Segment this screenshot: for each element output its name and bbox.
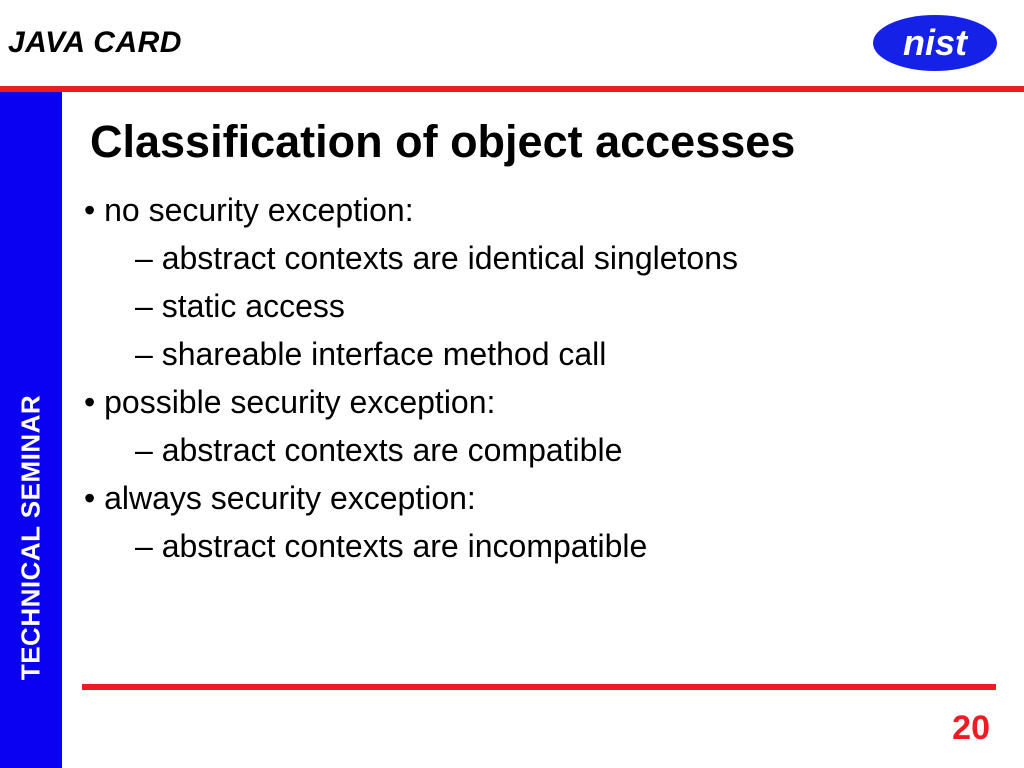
bullet-level2: abstract contexts are identical singleto… (82, 234, 996, 282)
header-topic: JAVA CARD (8, 26, 182, 60)
bullet-level1: possible security exception: (82, 378, 996, 426)
page-number: 20 (952, 709, 990, 748)
sidebar: TECHNICAL SEMINAR (0, 92, 62, 768)
bullet-level2: shareable interface method call (82, 330, 996, 378)
nist-logo-text: nist (903, 22, 969, 63)
bullet-list: no security exception:abstract contexts … (82, 186, 996, 570)
bullet-level2: abstract contexts are compatible (82, 426, 996, 474)
bullet-level2: abstract contexts are incompatible (82, 522, 996, 570)
slide-title: Classification of object accesses (90, 116, 996, 168)
divider-bottom (82, 684, 996, 690)
header: JAVA CARD nist (0, 0, 1024, 86)
content: Classification of object accesses no sec… (62, 92, 1024, 768)
slide: JAVA CARD nist TECHNICAL SEMINAR Classif… (0, 0, 1024, 768)
bullet-level2: static access (82, 282, 996, 330)
nist-logo-icon: nist (870, 13, 1000, 73)
sidebar-label: TECHNICAL SEMINAR (16, 395, 47, 680)
bullet-level1: always security exception: (82, 474, 996, 522)
bullet-level1: no security exception: (82, 186, 996, 234)
